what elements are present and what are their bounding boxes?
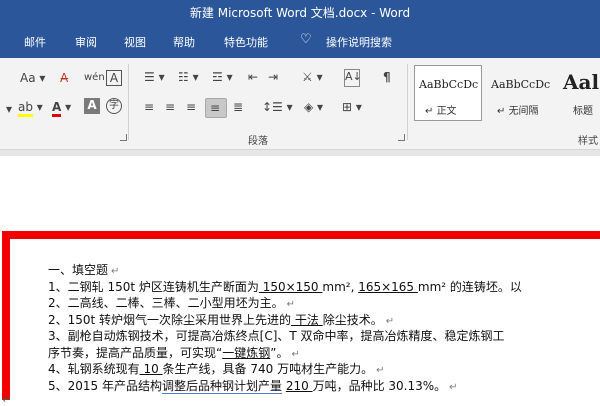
text-run: 165×165 — [358, 279, 418, 294]
tab-special-features[interactable]: 特色功能 — [224, 34, 268, 50]
group-separator — [128, 64, 129, 140]
text-run: 150×150 — [258, 279, 323, 294]
text-run: 条生产线，具备 740 万吨材生产能力。 — [162, 362, 374, 376]
text-run: 1、二钢轧 150t 炉区连铸机生产断面为 — [48, 279, 259, 294]
text-run: 210 — [285, 378, 313, 393]
style-sample: AaBbCcDc — [491, 78, 551, 91]
lightbulb-icon[interactable]: ♡ — [300, 32, 312, 47]
sort-icon[interactable]: A↓ — [344, 69, 362, 87]
center-icon[interactable]: ≡ — [165, 100, 175, 114]
paragraph-group-label: 段落 — [248, 136, 268, 147]
decrease-indent-icon[interactable]: ⇤ — [248, 70, 258, 84]
shading-icon[interactable]: ◈ ▾ — [304, 100, 323, 114]
paragraph-mark: ↵ — [449, 381, 458, 393]
paragraph-dialog-launcher-icon[interactable] — [398, 134, 405, 141]
style-heading[interactable]: Aal 标题 — [556, 65, 600, 121]
line-spacing-icon[interactable]: ↕☰ ▾ — [262, 100, 293, 114]
tab-help[interactable]: 帮助 — [173, 34, 195, 50]
text-run: mm², — [322, 279, 359, 294]
text-run: 调整后品种钢计划产量 — [162, 378, 283, 394]
enclose-characters-icon[interactable]: 字 — [106, 98, 122, 114]
title-bar: 新建 Microsoft Word 文档.docx - Word — [0, 0, 600, 24]
borders-icon[interactable]: ⊞ ▾ — [342, 100, 362, 114]
paragraph-mark: ↵ — [286, 299, 296, 310]
text-effects-icon[interactable]: ▾ — [6, 102, 12, 116]
increase-indent-icon[interactable]: ⇥ — [268, 70, 278, 84]
tell-me-search[interactable]: 操作说明搜索 — [326, 34, 392, 50]
text-run: 2、150t 转炉烟气一次除尘采用世界上先进的 — [48, 312, 292, 327]
text-run: 一、填空题 — [48, 263, 109, 277]
highlight-color-icon[interactable]: ab ▾ — [18, 100, 43, 117]
tab-mailings[interactable]: 邮件 — [24, 34, 46, 50]
text-run: 3、副枪自动炼钢技术，可提高冶炼终点[C]、T 双命中率，提高冶炼精度、稳定炼钢… — [48, 329, 505, 343]
ribbon: Aa ▾ A̶ wén A ▾ ab ▾ A ▾ A 字 ☰ ▾ ☷ ▾ ☲ ▾… — [0, 58, 600, 150]
document-line: 一、填空题 ↵ — [48, 262, 600, 279]
window-title: 新建 Microsoft Word 文档.docx - Word — [189, 6, 411, 20]
paragraph-mark: ↵ — [291, 348, 300, 360]
character-shading-icon[interactable]: A — [84, 98, 100, 114]
multilevel-list-icon[interactable]: ☲ ▾ — [212, 70, 233, 84]
style-name: ↵ 无间隔 — [497, 106, 539, 117]
document-line: 3、副枪自动炼钢技术，可提高冶炼终点[C]、T 双命中率，提高冶炼精度、稳定炼钢… — [48, 328, 600, 345]
text-run: 干法 — [291, 312, 323, 327]
text-run: 一键炼钢 — [222, 345, 271, 360]
style-normal[interactable]: AaBbCcDc ↵ 正文 — [414, 65, 482, 121]
text-run: 4、轧钢系统现有 — [48, 362, 140, 376]
tab-review[interactable]: 审阅 — [75, 34, 97, 50]
document-line: 2、150t 转炉烟气一次除尘采用世界上先进的 干法 除尘技术。 ↵ — [48, 312, 600, 329]
text-run: 除尘技术。 — [322, 312, 383, 327]
font-color-icon[interactable]: A ▾ — [52, 100, 71, 117]
paragraph-mark: ↵ — [111, 266, 120, 277]
text-run: 序节奏，提高产品质量，可实现“ — [48, 345, 223, 360]
paragraph-mark: ↵ — [376, 365, 385, 376]
text-run: mm² 的连铸坯。以 — [417, 279, 522, 294]
document-line: 1、二钢轧 150t 炉区连铸机生产断面为 150×150 mm², 165×1… — [48, 279, 600, 296]
style-no-spacing[interactable]: AaBbCcDc ↵ 无间隔 — [486, 65, 554, 121]
show-paragraph-marks-icon[interactable]: ¶ — [383, 70, 391, 84]
text-run: 5、2015 年产品结构 — [48, 378, 162, 393]
clear-formatting-icon[interactable]: A̶ — [60, 71, 68, 85]
align-right-icon[interactable]: ≡ — [186, 100, 196, 114]
text-run: ”。 — [270, 345, 289, 360]
justify-button[interactable]: ≡ — [205, 98, 227, 118]
paragraph-mark: ↵ — [385, 315, 395, 327]
document-body[interactable]: 一、填空题 ↵ 1、二钢轧 150t 炉区连铸机生产断面为 150×150 mm²,… — [48, 262, 600, 394]
text-run: 2、二高线、二棒、三棒、二小型用坯为主。 — [48, 296, 284, 310]
style-name: 标题 — [573, 106, 593, 117]
text-run: 万吨，品种比 30.13%。 — [312, 378, 447, 393]
document-line: 4、轧钢系统现有 10 条生产线，具备 740 万吨材生产能力。 ↵ — [48, 361, 600, 378]
style-name: ↵ 正文 — [425, 106, 457, 117]
ribbon-tabs: 邮件 审阅 视图 帮助 特色功能 ♡ 操作说明搜索 — [0, 24, 600, 58]
style-sample: Aal — [563, 70, 600, 94]
tab-view[interactable]: 视图 — [124, 34, 146, 50]
change-case-button[interactable]: Aa ▾ — [20, 71, 45, 85]
styles-group-label: 样式 — [578, 136, 598, 147]
phonetic-guide-icon[interactable]: wén — [84, 71, 105, 85]
text-run: 10 — [139, 362, 163, 376]
character-border-icon[interactable]: A — [106, 70, 122, 86]
font-dialog-launcher-icon[interactable] — [120, 134, 127, 141]
document-line: 5、2015 年产品结构调整后品种钢计划产量 210 万吨，品种比 30.13%… — [48, 378, 600, 395]
numbering-icon[interactable]: ☷ ▾ — [178, 70, 199, 84]
justify-icon: ≡ — [210, 101, 221, 115]
chinese-layout-icon[interactable]: ⚔ ▾ — [302, 70, 323, 84]
document-line: 序节奏，提高产品质量，可实现“一键炼钢”。 ↵ — [48, 345, 600, 362]
style-sample: AaBbCcDc — [419, 78, 479, 91]
align-left-icon[interactable]: ≡ — [144, 100, 154, 114]
distributed-icon[interactable]: ≣ — [233, 100, 243, 114]
document-line: 2、二高线、二棒、三棒、二小型用坯为主。 ↵ — [48, 295, 600, 312]
group-separator — [407, 64, 408, 140]
bullets-icon[interactable]: ☰ ▾ — [144, 70, 165, 84]
